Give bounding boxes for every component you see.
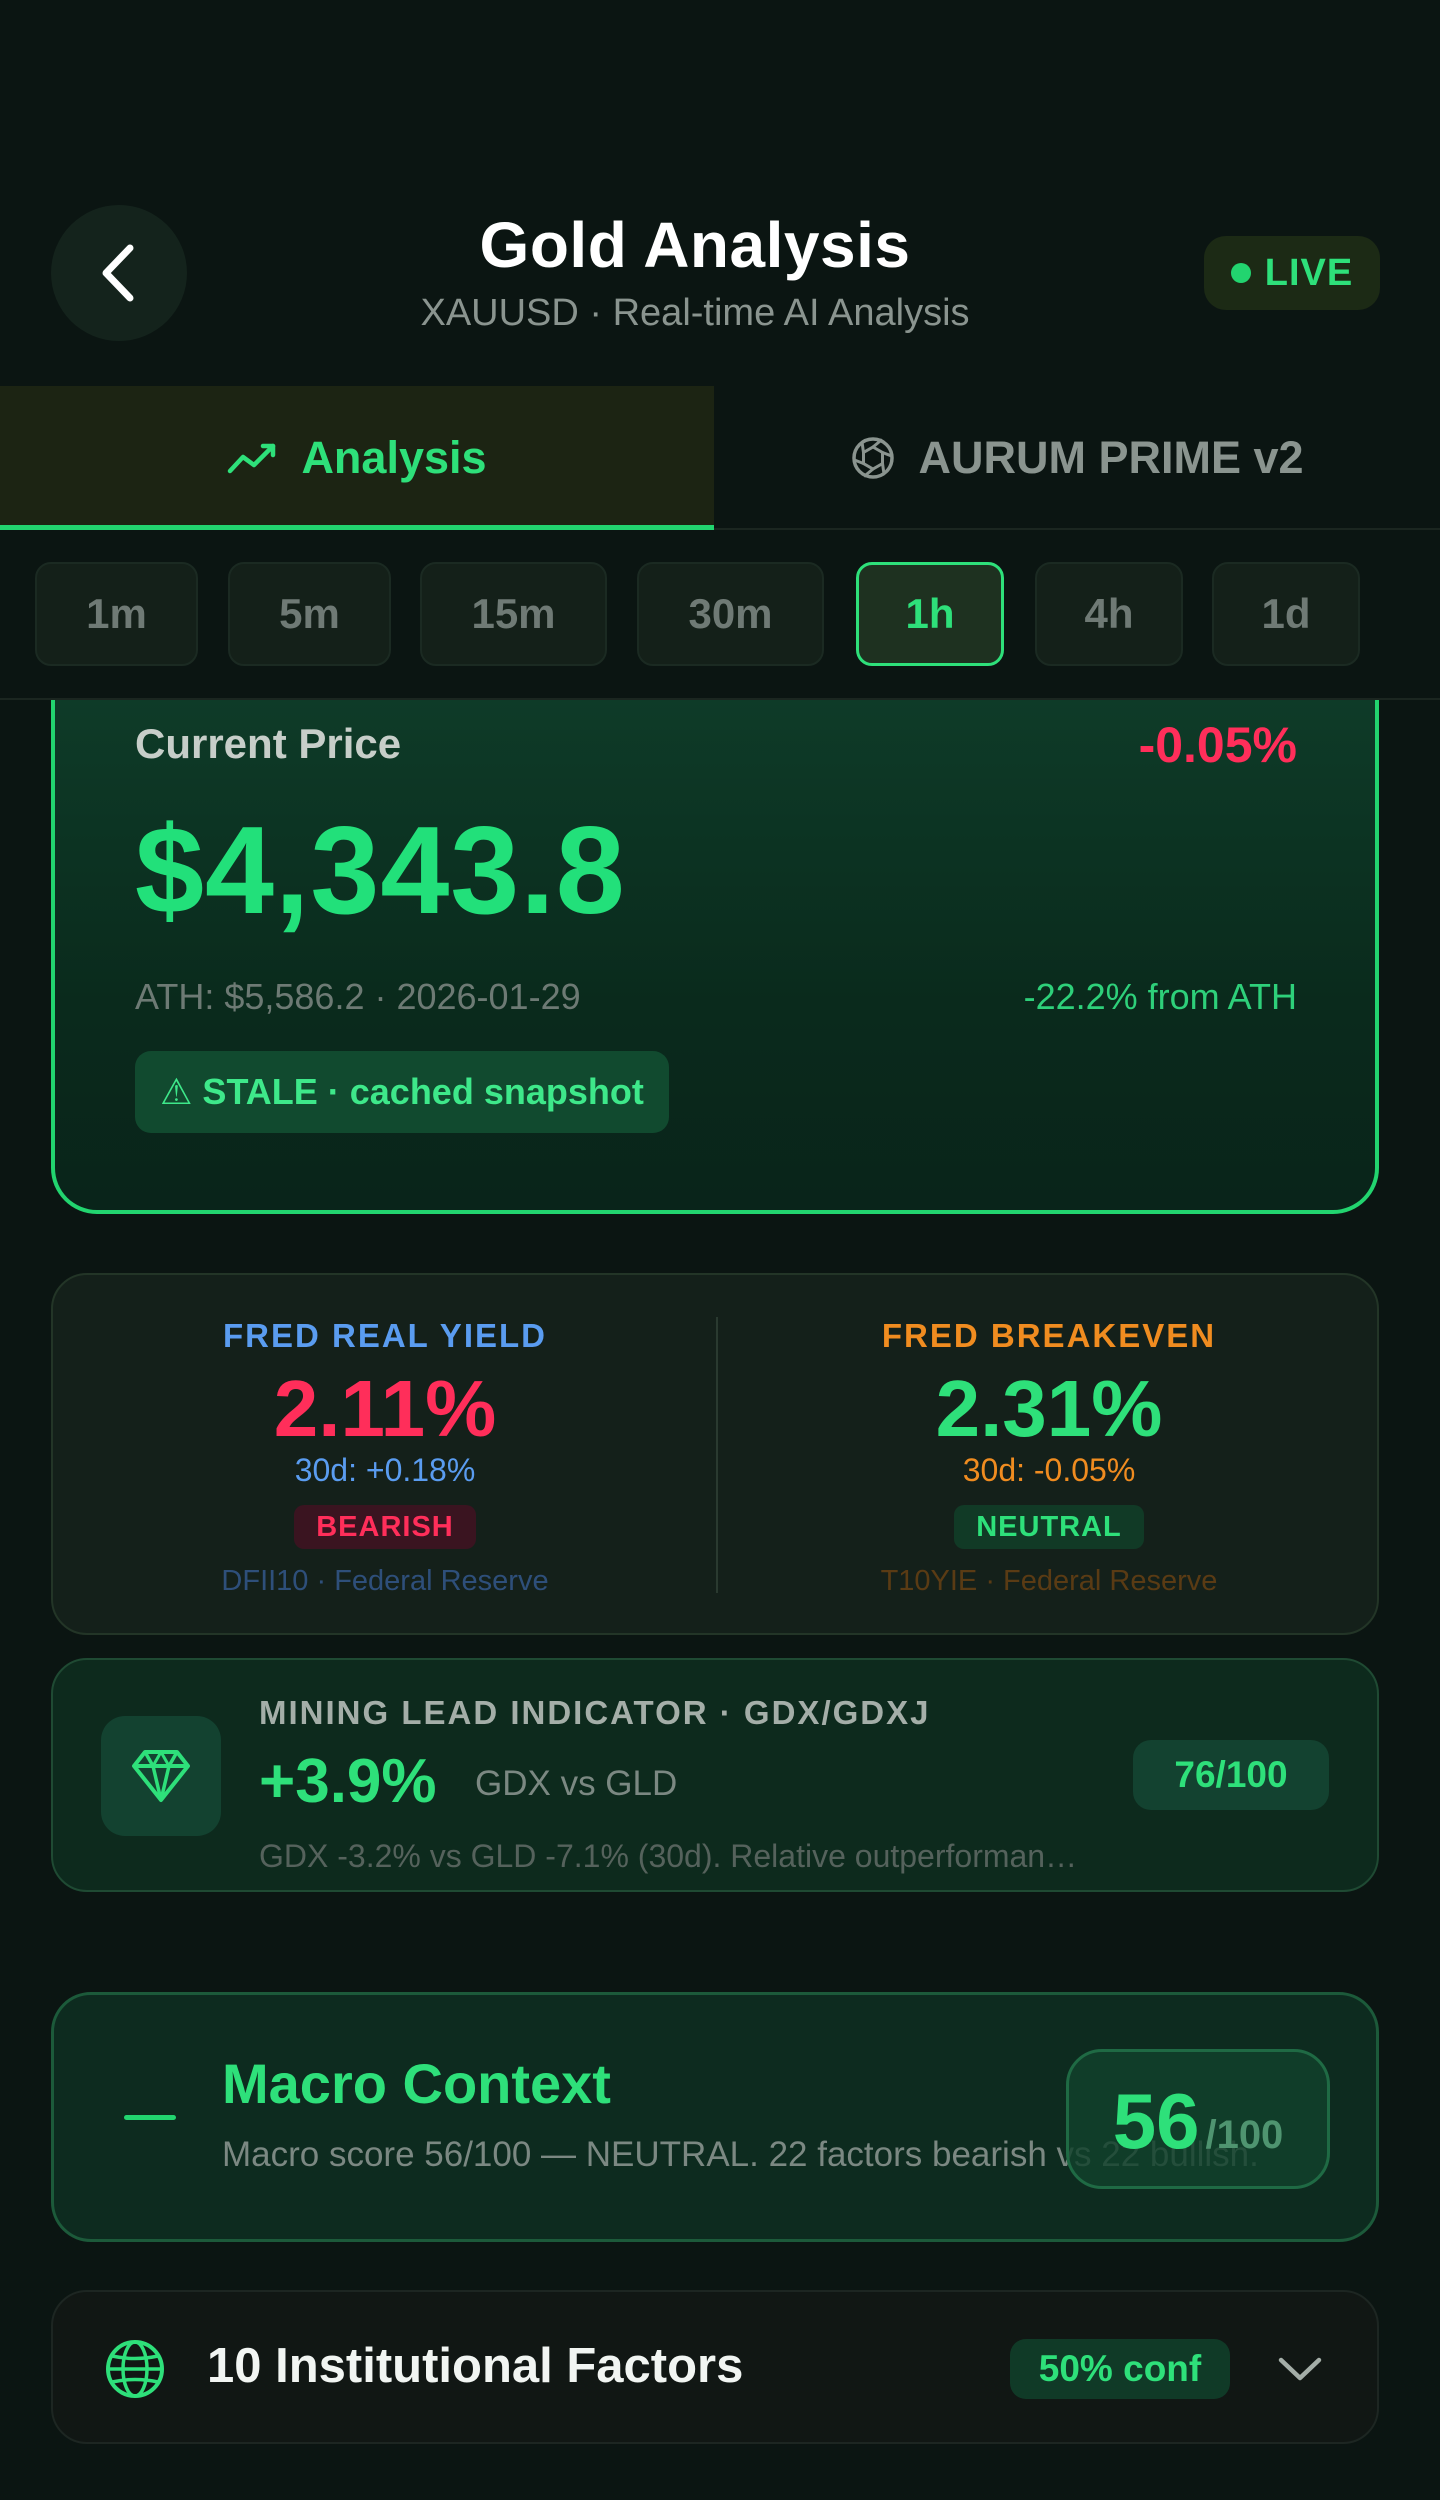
fred-breakeven-badge: NEUTRAL (954, 1505, 1144, 1549)
tab-analysis-label: Analysis (301, 432, 487, 483)
tab-analysis[interactable]: Analysis (0, 386, 714, 532)
timeframe-30m[interactable]: 30m (637, 562, 824, 666)
factors-title: 10 Institutional Factors (207, 2339, 744, 2393)
timeframe-1h[interactable]: 1h (856, 562, 1004, 666)
macro-score-value: 56 (1112, 2077, 1200, 2165)
fred-real-yield-badge: BEARISH (294, 1505, 476, 1549)
chevron-down-icon[interactable] (1275, 2344, 1325, 2394)
globe-icon (106, 2340, 164, 2398)
price-change: -0.05% (1138, 717, 1297, 773)
from-ath: -22.2% from ATH (1023, 976, 1297, 1017)
mining-title: MINING LEAD INDICATOR · GDX/GDXJ (259, 1694, 931, 1731)
timeframe-5m[interactable]: 5m (228, 562, 391, 666)
current-price-label: Current Price (135, 720, 402, 767)
page-subtitle: XAUUSD · Real-time AI Analysis (420, 292, 970, 334)
live-dot-icon (1230, 263, 1251, 283)
current-price-value: $4,343.8 (135, 802, 626, 940)
mining-score-badge: 76/100 (1133, 1740, 1329, 1810)
fred-breakeven-title: FRED BREAKEVEN (881, 1317, 1217, 1354)
current-price-card: Current Price -0.05% $4,343.8 ATH: $5,58… (51, 700, 1379, 1214)
fred-real-yield-title: FRED REAL YIELD (223, 1317, 547, 1354)
confidence-badge: 50% conf (1010, 2339, 1230, 2399)
fred-real-yield: FRED REAL YIELD 2.11% 30d: +0.18% BEARIS… (53, 1275, 717, 1637)
fred-breakeven-source: T10YIE · Federal Reserve (880, 1565, 1218, 1597)
timeframe-1m[interactable]: 1m (35, 562, 198, 666)
macro-context-card[interactable]: Macro Context Macro score 56/100 — NEUTR… (51, 1992, 1379, 2242)
mining-indicator-card: MINING LEAD INDICATOR · GDX/GDXJ +3.9% G… (51, 1658, 1379, 1892)
mining-description: GDX -3.2% vs GLD -7.1% (30d). Relative o… (259, 1838, 1078, 1874)
trend-line-icon (228, 443, 276, 474)
tab-aurum-prime[interactable]: AURUM PRIME v2 (714, 386, 1440, 530)
fred-card: FRED REAL YIELD 2.11% 30d: +0.18% BEARIS… (51, 1273, 1379, 1635)
fred-breakeven: FRED BREAKEVEN 2.31% 30d: -0.05% NEUTRAL… (717, 1275, 1381, 1637)
live-badge: LIVE (1204, 236, 1380, 310)
app-header: Gold Analysis XAUUSD · Real-time AI Anal… (0, 0, 1440, 386)
mining-comparison-label: GDX vs GLD (475, 1764, 678, 1803)
fred-real-yield-value: 2.11% (273, 1364, 497, 1453)
mining-icon-box (101, 1716, 221, 1836)
macro-score-badge: 56 /100 (1066, 2049, 1330, 2189)
tab-aurum-prime-label: AURUM PRIME v2 (918, 432, 1304, 483)
macro-title: Macro Context (222, 2052, 611, 2115)
timeframe-15m[interactable]: 15m (420, 562, 607, 666)
timeframe-selector: 1m 5m 15m 30m 1h 4h 1d (0, 530, 1440, 700)
fred-real-yield-30d: 30d: +0.18% (294, 1452, 476, 1488)
diamond-icon (132, 1750, 190, 1802)
mining-value: +3.9% (259, 1747, 437, 1816)
institutional-factors-card[interactable]: 10 Institutional Factors 50% conf (51, 2290, 1379, 2444)
timeframe-1d[interactable]: 1d (1212, 562, 1360, 666)
tab-bar: Analysis AURUM PRIME v2 (0, 386, 1440, 532)
fred-real-yield-source: DFII10 · Federal Reserve (221, 1565, 549, 1597)
page-title: Gold Analysis (479, 209, 911, 281)
aperture-icon (852, 437, 895, 479)
timeframe-4h[interactable]: 4h (1035, 562, 1183, 666)
ath-info: ATH: $5,586.2 · 2026-01-29 (135, 976, 581, 1017)
macro-score-max: /100 (1205, 2113, 1284, 2157)
stale-badge: ⚠ STALE · cached snapshot (135, 1051, 669, 1133)
neutral-dash-icon (124, 2115, 176, 2120)
fred-breakeven-30d: 30d: -0.05% (962, 1452, 1136, 1488)
live-label: LIVE (1264, 251, 1354, 294)
fred-breakeven-value: 2.31% (935, 1364, 1163, 1453)
